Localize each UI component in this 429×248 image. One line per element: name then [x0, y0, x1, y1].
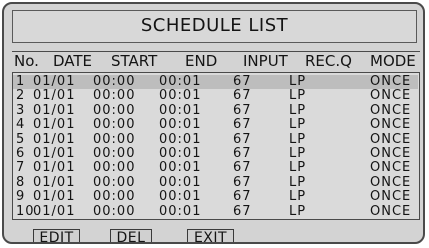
cell-input: 67 [233, 160, 252, 176]
cell-mode: ONCE [370, 174, 412, 190]
cell-date: 01/01 [33, 88, 76, 104]
cell-start: 00:00 [93, 102, 136, 118]
cell-date: 01/01 [33, 160, 76, 176]
cell-no: 8 [16, 174, 26, 190]
cell-start: 00:00 [93, 88, 136, 104]
cell-recq: LP [289, 102, 307, 118]
table-row[interactable]: 10 01/01 00:00 00:01 67 LP ONCE [13, 203, 418, 219]
cell-recq: LP [289, 88, 307, 104]
table-row[interactable]: 1 01/01 00:00 00:01 67 LP ONCE [13, 74, 418, 90]
cell-recq: LP [289, 74, 307, 89]
cell-mode: ONCE [370, 146, 412, 161]
cell-date: 01/01 [33, 102, 76, 118]
cell-input: 67 [233, 189, 252, 205]
cell-recq: LP [289, 203, 307, 219]
cell-mode: ONCE [370, 160, 412, 176]
cell-date: 01/01 [33, 174, 76, 190]
cell-input: 67 [233, 146, 252, 161]
cell-mode: ONCE [370, 88, 412, 104]
column-header-no: No. [14, 52, 39, 70]
cell-end: 00:01 [159, 102, 202, 118]
table-header: No. DATE START END INPUT REC.Q MODE [12, 51, 420, 73]
cell-start: 00:00 [93, 160, 136, 176]
cell-end: 00:01 [159, 74, 202, 89]
exit-button[interactable]: EXIT [187, 229, 234, 242]
delete-button[interactable]: DEL [110, 229, 152, 242]
cell-no: 2 [16, 88, 26, 104]
table-row[interactable]: 9 01/01 00:00 00:01 67 LP ONCE [13, 189, 418, 205]
table-row[interactable]: 8 01/01 00:00 00:01 67 LP ONCE [13, 174, 418, 190]
cell-input: 67 [233, 203, 252, 219]
cell-end: 00:01 [159, 146, 202, 161]
cell-recq: LP [289, 117, 307, 133]
cell-date: 01/01 [33, 203, 76, 219]
cell-end: 00:01 [159, 174, 202, 190]
cell-start: 00:00 [93, 131, 136, 147]
table-row[interactable]: 2 01/01 00:00 00:01 67 LP ONCE [13, 88, 418, 104]
cell-recq: LP [289, 189, 307, 205]
table-row[interactable]: 3 01/01 00:00 00:01 67 LP ONCE [13, 102, 418, 118]
cell-start: 00:00 [93, 203, 136, 219]
cell-start: 00:00 [93, 174, 136, 190]
page-title: SCHEDULE LIST [12, 10, 417, 43]
cell-input: 67 [233, 131, 252, 147]
column-header-end: END [185, 52, 218, 70]
cell-start: 00:00 [93, 189, 136, 205]
cell-start: 00:00 [93, 117, 136, 133]
column-header-mode: MODE [370, 52, 416, 70]
cell-mode: ONCE [370, 102, 412, 118]
cell-recq: LP [289, 160, 307, 176]
cell-recq: LP [289, 146, 307, 161]
cell-mode: ONCE [370, 74, 412, 89]
cell-date: 01/01 [33, 74, 76, 89]
column-header-date: DATE [53, 52, 93, 70]
cell-end: 00:01 [159, 203, 202, 219]
cell-recq: LP [289, 131, 307, 147]
cell-date: 01/01 [33, 146, 76, 161]
cell-mode: ONCE [370, 203, 412, 219]
cell-no: 5 [16, 131, 26, 147]
edit-button[interactable]: EDIT [33, 229, 80, 242]
cell-end: 00:01 [159, 88, 202, 104]
cell-end: 00:01 [159, 131, 202, 147]
table-row[interactable]: 5 01/01 00:00 00:01 67 LP ONCE [13, 131, 418, 147]
cell-end: 00:01 [159, 117, 202, 133]
cell-start: 00:00 [93, 146, 136, 161]
table-row[interactable]: 7 01/01 00:00 00:01 67 LP ONCE [13, 160, 418, 176]
cell-start: 00:00 [93, 74, 136, 89]
cell-recq: LP [289, 174, 307, 190]
column-header-start: START [111, 52, 158, 70]
table-row[interactable]: 4 01/01 00:00 00:01 67 LP ONCE [13, 117, 418, 133]
cell-input: 67 [233, 117, 252, 133]
cell-end: 00:01 [159, 189, 202, 205]
schedule-table: 1 01/01 00:00 00:01 67 LP ONCE 2 01/01 0… [12, 73, 420, 220]
cell-input: 67 [233, 74, 252, 89]
cell-no: 3 [16, 102, 26, 118]
cell-no: 6 [16, 146, 26, 161]
cell-date: 01/01 [33, 117, 76, 133]
table-row[interactable]: 6 01/01 00:00 00:01 67 LP ONCE [13, 146, 418, 161]
column-header-recq: REC.Q [305, 52, 352, 70]
cell-no: 7 [16, 160, 26, 176]
cell-no: 1 [16, 74, 26, 89]
cell-mode: ONCE [370, 131, 412, 147]
cell-no: 10 [16, 203, 35, 219]
cell-date: 01/01 [33, 189, 76, 205]
cell-no: 4 [16, 117, 26, 133]
cell-input: 67 [233, 174, 252, 190]
cell-end: 00:01 [159, 160, 202, 176]
cell-no: 9 [16, 189, 26, 205]
cell-date: 01/01 [33, 131, 76, 147]
cell-mode: ONCE [370, 117, 412, 133]
cell-mode: ONCE [370, 189, 412, 205]
column-header-input: INPUT [243, 52, 288, 70]
cell-input: 67 [233, 88, 252, 104]
cell-input: 67 [233, 102, 252, 118]
schedule-list-panel: SCHEDULE LIST No. DATE START END INPUT R… [2, 2, 425, 244]
